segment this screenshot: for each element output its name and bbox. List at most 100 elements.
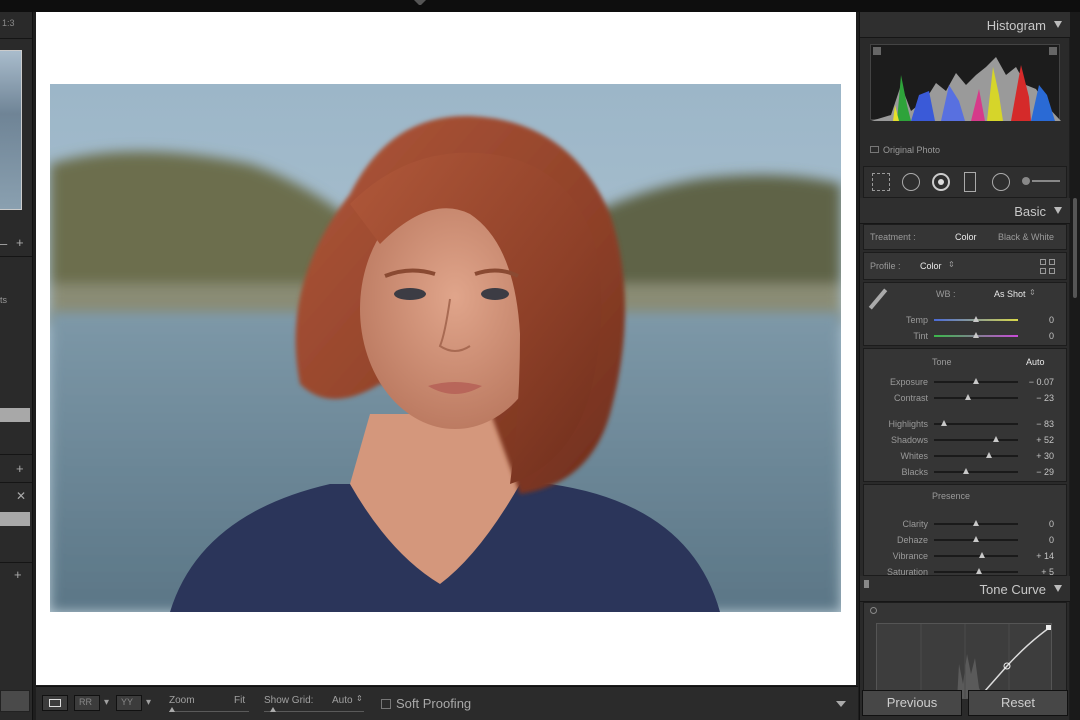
tone-curve-chart [920, 624, 1051, 698]
collapse-triangle-icon[interactable] [1054, 207, 1062, 214]
zoom-slider[interactable] [169, 711, 249, 712]
slider-value[interactable]: + 30 [1024, 451, 1054, 461]
toolbar-menu-icon[interactable] [836, 701, 846, 707]
temp-value[interactable]: 0 [1024, 315, 1054, 325]
graduated-filter-icon[interactable] [964, 172, 976, 192]
slider-value[interactable]: + 14 [1024, 551, 1054, 561]
scrollbar-thumb[interactable] [1073, 198, 1077, 298]
slider-knob[interactable] [973, 378, 979, 384]
radial-filter-icon[interactable] [992, 173, 1010, 191]
crop-icon[interactable] [872, 173, 890, 191]
slider-value[interactable]: + 52 [1024, 435, 1054, 445]
adjustment-brush-icon[interactable] [1022, 177, 1062, 185]
slider-knob[interactable] [976, 568, 982, 574]
slider-track[interactable] [934, 439, 1018, 441]
target-adjustment-icon[interactable] [870, 607, 877, 614]
profile-stepper-icon[interactable]: ⇕ [948, 260, 955, 269]
tone-curve-header[interactable]: Tone Curve [860, 576, 1070, 602]
slider-track[interactable] [934, 455, 1018, 457]
slider-track[interactable] [934, 555, 1018, 557]
right-panel-scrollbar[interactable] [1070, 12, 1080, 720]
red-eye-icon[interactable] [932, 173, 950, 191]
navigator-zoom-ratio[interactable]: 1:3 [2, 18, 15, 28]
tint-slider-knob[interactable] [973, 332, 979, 338]
histogram-graph[interactable] [870, 44, 1061, 121]
panel-switch-icon[interactable] [864, 580, 869, 588]
add-icon[interactable]: + [16, 235, 24, 250]
slider-knob[interactable] [941, 420, 947, 426]
divider [0, 482, 32, 483]
selected-preset-bar[interactable] [0, 408, 30, 422]
presence-section: Presence Clarity 0 Dehaze 0 Vibrance + 14 Satu… [863, 484, 1067, 577]
grid-stepper-icon[interactable]: ⇕ [356, 694, 363, 703]
tint-value[interactable]: 0 [1024, 331, 1054, 341]
slider-knob[interactable] [979, 552, 985, 558]
eyedropper-icon[interactable] [868, 288, 888, 310]
slider-knob[interactable] [973, 520, 979, 526]
treatment-color-option[interactable]: Color [955, 232, 977, 242]
grid-slider-knob[interactable] [270, 707, 276, 712]
reset-button[interactable]: Reset [968, 690, 1068, 716]
collapse-icon[interactable]: – [0, 236, 7, 251]
collapse-triangle-icon[interactable] [1054, 21, 1062, 28]
collapse-triangle-icon[interactable] [1054, 585, 1062, 592]
previous-button[interactable]: Previous [862, 690, 962, 716]
zoom-slider-knob[interactable] [169, 707, 175, 712]
before-after-button[interactable]: RR [74, 695, 100, 711]
wb-dropdown[interactable]: As Shot [994, 289, 1026, 299]
highlight-clipping-icon[interactable] [1049, 47, 1057, 55]
show-grid-value[interactable]: Auto [332, 695, 353, 706]
treatment-label: Treatment : [870, 232, 916, 242]
profile-browser-icon[interactable] [1040, 259, 1056, 275]
tool-strip [863, 166, 1067, 198]
spot-removal-icon[interactable] [902, 173, 920, 191]
import-button[interactable] [0, 690, 30, 712]
close-icon[interactable]: ✕ [16, 489, 26, 503]
yy-menu-icon[interactable]: ▾ [146, 697, 151, 708]
slider-knob[interactable] [986, 452, 992, 458]
wb-stepper-icon[interactable]: ⇕ [1029, 288, 1036, 297]
tone-curve-graph[interactable] [876, 623, 1052, 699]
slider-knob[interactable] [973, 536, 979, 542]
before-after-menu-icon[interactable]: ▾ [104, 697, 109, 708]
soft-proofing-checkbox[interactable] [381, 699, 391, 709]
slider-label: Blacks [901, 467, 928, 477]
navigator-thumbnail[interactable] [0, 50, 22, 210]
tint-label: Tint [913, 331, 928, 341]
slider-track[interactable] [934, 397, 1018, 399]
tone-curve-title: Tone Curve [979, 582, 1046, 597]
slider-value[interactable]: 0 [1024, 535, 1054, 545]
profile-dropdown[interactable]: Color [920, 261, 942, 271]
grid-opacity-slider[interactable] [264, 711, 364, 712]
tone-curve-section [863, 602, 1067, 699]
top-bar [0, 0, 1080, 12]
slider-value[interactable]: − 83 [1024, 419, 1054, 429]
photo-preview[interactable] [50, 84, 841, 612]
treatment-bw-option[interactable]: Black & White [998, 232, 1054, 242]
slider-value[interactable]: − 23 [1024, 393, 1054, 403]
profile-row: Profile : Color ⇕ [863, 252, 1067, 280]
slider-knob[interactable] [963, 468, 969, 474]
basic-header[interactable]: Basic [860, 198, 1070, 224]
selected-item-bar[interactable] [0, 512, 30, 526]
show-grid-label: Show Grid: [264, 695, 314, 706]
temp-slider-knob[interactable] [973, 316, 979, 322]
shadow-clipping-icon[interactable] [873, 47, 881, 55]
yy-view-button[interactable]: YY [116, 695, 142, 711]
slider-value[interactable]: − 0.07 [1024, 377, 1054, 387]
white-balance-section: WB : As Shot ⇕ Temp 0 Tint 0 [863, 282, 1067, 346]
panel-toggle-icon[interactable] [414, 0, 426, 8]
add-icon[interactable]: + [16, 461, 24, 476]
slider-knob[interactable] [965, 394, 971, 400]
soft-proofing-label[interactable]: Soft Proofing [396, 696, 471, 711]
slider-value[interactable]: 0 [1024, 519, 1054, 529]
loupe-view-button[interactable] [42, 695, 68, 711]
slider-label: Vibrance [892, 551, 928, 561]
slider-value[interactable]: − 29 [1024, 467, 1054, 477]
histogram-header[interactable]: Histogram [860, 12, 1070, 38]
right-panel: Histogram Original Photo Basic Treatment… [859, 12, 1070, 720]
slider-knob[interactable] [993, 436, 999, 442]
auto-tone-button[interactable]: Auto [1026, 357, 1045, 367]
add-icon[interactable]: + [14, 567, 22, 582]
slider-track[interactable] [934, 471, 1018, 473]
